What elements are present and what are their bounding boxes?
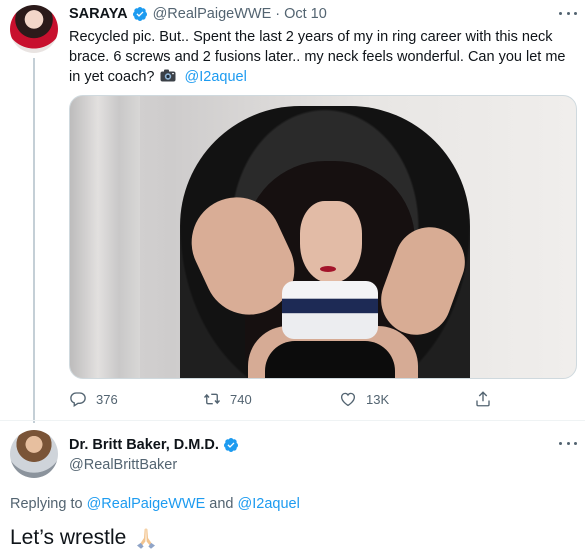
action-bar: 376 740 13K <box>69 390 499 412</box>
share-button[interactable] <box>474 390 501 408</box>
tweet-body: Recycled pic. But.. Spent the last 2 yea… <box>69 29 566 85</box>
separator-dot: · <box>275 6 281 22</box>
more-dot <box>566 11 570 15</box>
more-dot <box>559 441 562 445</box>
author-name[interactable]: SARAYA <box>69 6 128 22</box>
reply-count: 376 <box>96 391 118 407</box>
replying-prefix: Replying to <box>10 496 83 512</box>
replying-mention-1[interactable]: @RealPaigeWWE <box>87 496 206 512</box>
more-dot <box>566 441 570 445</box>
tweet-divider <box>0 420 585 421</box>
replying-mention-2[interactable]: @I2aquel <box>238 496 300 512</box>
reply-button[interactable]: 376 <box>69 390 118 408</box>
retweet-count: 740 <box>230 391 252 407</box>
photo-lace <box>265 341 395 378</box>
camera-emoji-icon <box>160 69 176 82</box>
more-dot <box>574 441 577 445</box>
photo-neck-brace <box>282 281 378 339</box>
retweet-button[interactable]: 740 <box>203 390 252 408</box>
like-icon <box>340 392 356 407</box>
praying-hands-emoji-icon <box>137 528 156 549</box>
tweet-text: Recycled pic. But.. Spent the last 2 yea… <box>69 27 574 87</box>
author-handle[interactable]: @RealPaigeWWE <box>153 6 272 22</box>
more-dot <box>559 11 562 15</box>
replying-and: and <box>209 496 234 512</box>
tweet-date[interactable]: Oct 10 <box>284 6 327 22</box>
reply-author-row: Dr. Britt Baker, D.M.D. <box>69 437 244 453</box>
photo-curtain <box>70 96 140 378</box>
verified-badge-icon <box>223 438 238 452</box>
like-button[interactable]: 13K <box>339 390 389 408</box>
more-dot <box>574 11 577 15</box>
photo-lips <box>320 266 336 272</box>
reply-icon <box>70 392 86 408</box>
saraya-avatar[interactable] <box>10 5 58 53</box>
reply-text-row: Let’s wrestle <box>10 526 158 550</box>
reply-author-name[interactable]: Dr. Britt Baker, D.M.D. <box>69 437 219 453</box>
britt-baker-avatar[interactable] <box>10 430 58 478</box>
tweet-header: SARAYA @RealPaigeWWE · Oct 10 <box>69 6 327 22</box>
tweet-photo[interactable] <box>69 95 577 379</box>
more-icon[interactable] <box>559 8 577 18</box>
mention-link[interactable]: @I2aquel <box>185 69 247 85</box>
more-icon[interactable] <box>559 438 577 448</box>
thread-line <box>33 58 35 423</box>
like-count: 13K <box>366 391 390 407</box>
verified-badge-icon <box>132 7 147 21</box>
retweet-icon <box>203 393 221 405</box>
original-tweet[interactable]: SARAYA @RealPaigeWWE · Oct 10 Recycled p… <box>0 0 585 423</box>
reply-text: Let’s wrestle <box>10 526 127 549</box>
replying-to-line: Replying to @RealPaigeWWE and @I2aquel <box>10 496 300 512</box>
reply-author-handle[interactable]: @RealBrittBaker <box>69 457 177 473</box>
share-icon <box>476 391 490 407</box>
